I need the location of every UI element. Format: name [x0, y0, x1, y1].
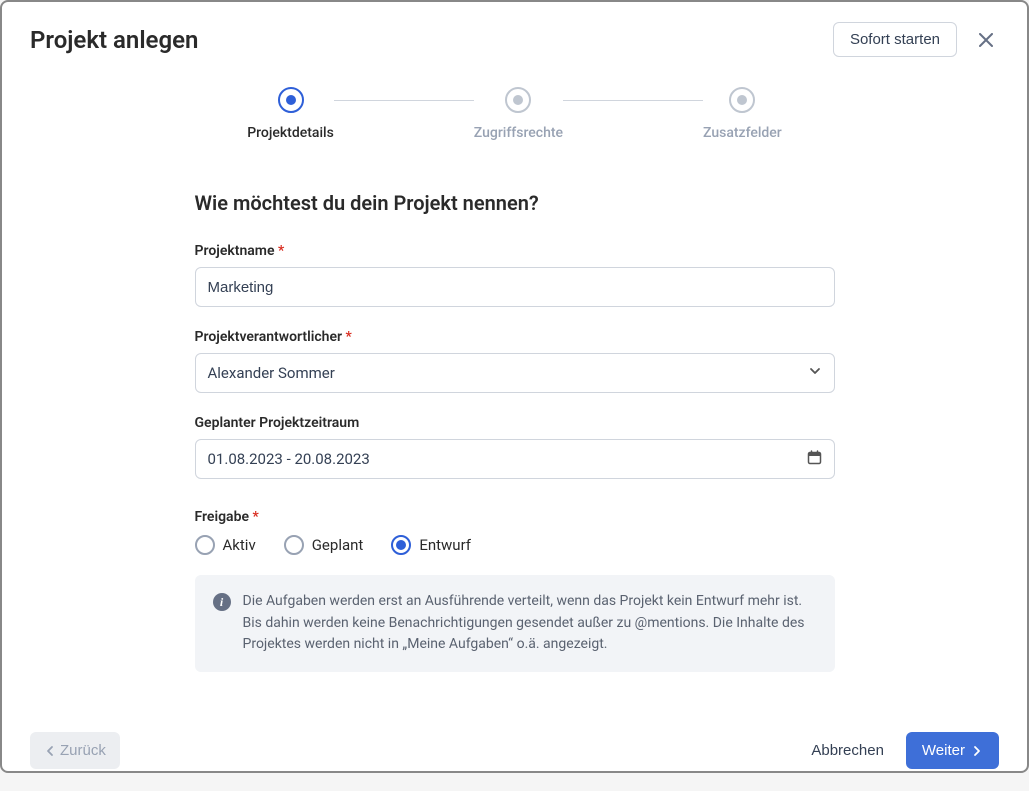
chevron-right-icon — [971, 745, 983, 757]
next-button[interactable]: Weiter — [906, 732, 999, 769]
next-label: Weiter — [922, 742, 965, 759]
close-button[interactable] — [973, 27, 999, 53]
header-actions: Sofort starten — [833, 22, 999, 57]
chevron-down-icon — [808, 364, 822, 382]
cancel-button[interactable]: Abbrechen — [811, 742, 884, 759]
stepper: Projektdetails Zugriffsrechte Zusatzfeld… — [2, 87, 1027, 141]
field-projektverantwortlicher: Projektverantwortlicher * Alexander Somm… — [195, 329, 835, 393]
required-marker: * — [252, 509, 258, 525]
back-label: Zurück — [60, 742, 106, 759]
step-projektdetails[interactable]: Projektdetails — [247, 87, 334, 141]
modal-footer: Zurück Abbrechen Weiter — [2, 714, 1027, 791]
modal-title: Projekt anlegen — [30, 26, 198, 54]
step-zugriffsrechte[interactable]: Zugriffsrechte — [474, 87, 563, 141]
radio-icon — [391, 535, 411, 555]
close-icon — [979, 33, 993, 47]
step-zusatzfelder[interactable]: Zusatzfelder — [703, 87, 782, 141]
required-marker: * — [346, 329, 352, 345]
projektverantwortlicher-label: Projektverantwortlicher * — [195, 329, 835, 345]
form-content: Wie möchtest du dein Projekt nennen? Pro… — [2, 141, 1027, 714]
projektzeitraum-label: Geplanter Projektzeitraum — [195, 415, 835, 431]
start-now-button[interactable]: Sofort starten — [833, 22, 957, 57]
projektname-label: Projektname * — [195, 243, 835, 259]
step-label: Projektdetails — [247, 125, 334, 141]
radio-entwurf[interactable]: Entwurf — [391, 535, 471, 555]
step-label: Zugriffsrechte — [474, 125, 563, 141]
create-project-modal: Projekt anlegen Sofort starten Projektde… — [0, 0, 1029, 773]
radio-geplant[interactable]: Geplant — [284, 535, 364, 555]
projektverantwortlicher-select[interactable]: Alexander Sommer — [195, 353, 835, 393]
radio-icon — [284, 535, 304, 555]
back-button: Zurück — [30, 732, 120, 769]
step-connector — [563, 100, 703, 102]
select-value: Alexander Sommer — [208, 364, 335, 382]
footer-right: Abbrechen Weiter — [811, 732, 999, 769]
info-box: i Die Aufgaben werden erst an Ausführend… — [195, 575, 835, 672]
modal-header: Projekt anlegen Sofort starten — [2, 2, 1027, 57]
field-projektname: Projektname * — [195, 243, 835, 307]
section-heading: Wie möchtest du dein Projekt nennen? — [195, 191, 835, 215]
radio-label: Geplant — [312, 536, 364, 554]
required-marker: * — [278, 243, 284, 259]
projektname-input[interactable] — [195, 267, 835, 307]
field-projektzeitraum: Geplanter Projektzeitraum 01.08.2023 - 2… — [195, 415, 835, 479]
date-value: 01.08.2023 - 20.08.2023 — [208, 450, 370, 468]
projektzeitraum-input[interactable]: 01.08.2023 - 20.08.2023 — [195, 439, 835, 479]
freigabe-label: Freigabe * — [195, 509, 835, 525]
info-icon: i — [213, 593, 231, 611]
calendar-icon — [807, 450, 822, 469]
step-connector — [334, 100, 474, 102]
radio-label: Entwurf — [419, 536, 471, 554]
field-freigabe: Freigabe * Aktiv Geplant Entwurf — [195, 509, 835, 672]
radio-aktiv[interactable]: Aktiv — [195, 535, 256, 555]
info-text: Die Aufgaben werden erst an Ausführende … — [243, 591, 817, 656]
freigabe-radio-group: Aktiv Geplant Entwurf — [195, 535, 835, 555]
radio-label: Aktiv — [223, 536, 256, 554]
radio-icon — [195, 535, 215, 555]
step-circle-icon — [278, 87, 304, 113]
step-label: Zusatzfelder — [703, 125, 782, 141]
step-circle-icon — [505, 87, 531, 113]
step-circle-icon — [729, 87, 755, 113]
chevron-left-icon — [44, 745, 56, 757]
